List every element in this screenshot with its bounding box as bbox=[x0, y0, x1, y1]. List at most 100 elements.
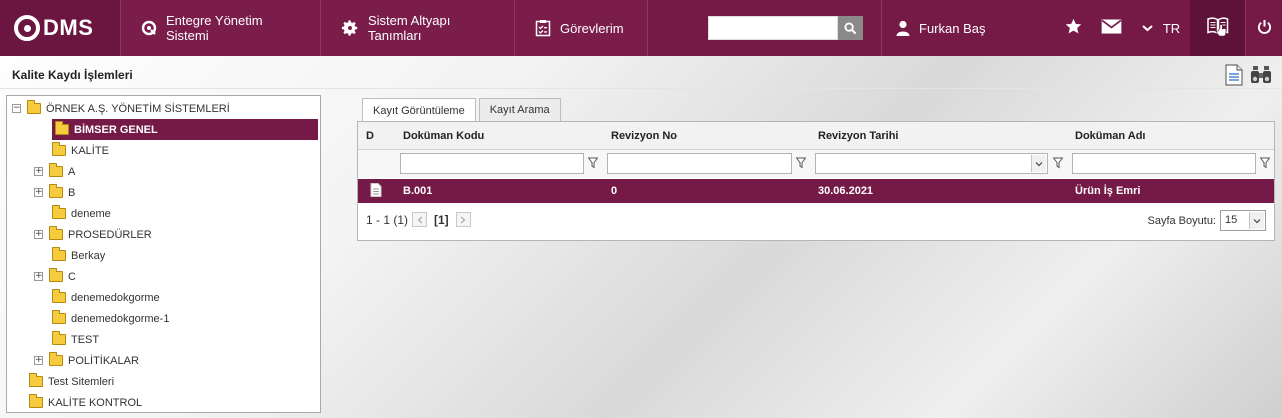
folder-icon bbox=[29, 394, 43, 408]
expand-icon[interactable]: + bbox=[34, 272, 43, 281]
nav-my-tasks[interactable]: Görevlerim bbox=[514, 0, 648, 56]
tree-item-label: POLİTİKALAR bbox=[68, 354, 139, 367]
folder-icon bbox=[29, 373, 43, 387]
folder-icon bbox=[52, 331, 66, 345]
tree-item[interactable]: denemedokgorme bbox=[52, 287, 160, 308]
tree-item[interactable]: BİMSER GENEL bbox=[52, 119, 318, 140]
nav-label: Görevlerim bbox=[560, 20, 624, 36]
grid-filter-row bbox=[358, 150, 1274, 178]
cell-revision-no: 0 bbox=[611, 185, 618, 197]
tree-item[interactable]: − ÖRNEK A.Ş. YÖNETİM SİSTEMLERİ bbox=[12, 98, 230, 119]
page-size-value: 15 bbox=[1225, 214, 1238, 226]
tree-item-label: A bbox=[68, 165, 76, 178]
nav-system-infrastructure[interactable]: Sistem Altyapı Tanımları bbox=[320, 0, 514, 56]
tab-record-view[interactable]: Kayıt Görüntüleme bbox=[362, 98, 476, 122]
search-input[interactable] bbox=[708, 16, 838, 40]
expand-icon[interactable]: + bbox=[34, 167, 43, 176]
filter-funnel-icon[interactable] bbox=[1052, 156, 1064, 170]
expand-icon[interactable]: + bbox=[34, 356, 43, 365]
filter-revision-date[interactable] bbox=[815, 153, 1048, 174]
expand-icon[interactable]: + bbox=[34, 230, 43, 239]
tree-item-label: denemedokgorme-1 bbox=[71, 312, 170, 325]
nav-integrated-management[interactable]: Entegre Yönetim Sistemi bbox=[120, 0, 320, 56]
pagination: 1 - 1 (1) [1] bbox=[366, 212, 475, 227]
chevron-right-icon bbox=[460, 216, 466, 223]
tree-item[interactable]: Test Sitemleri bbox=[29, 371, 114, 392]
binoculars-icon[interactable] bbox=[1250, 64, 1272, 89]
logo-text: DMS bbox=[43, 15, 94, 40]
column-header-document-code[interactable]: Doküman Kodu bbox=[403, 130, 484, 142]
dms-logo[interactable]: DMS bbox=[0, 0, 120, 56]
mail-envelope-icon[interactable] bbox=[1101, 19, 1122, 37]
tree-item-label: B bbox=[68, 186, 76, 199]
page-size-select[interactable]: 15 bbox=[1220, 210, 1266, 231]
nav-label: Sistem Altyapı Tanımları bbox=[368, 13, 451, 43]
column-header-document-name[interactable]: Doküman Adı bbox=[1075, 130, 1146, 142]
filter-document-code[interactable] bbox=[400, 153, 584, 174]
tree-item-label: denemedokgorme bbox=[71, 291, 160, 304]
document-icon[interactable] bbox=[1224, 64, 1244, 89]
chevron-down-icon bbox=[1142, 24, 1153, 32]
logout-button[interactable] bbox=[1245, 0, 1282, 56]
cell-document-name: Ürün İş Emri bbox=[1075, 185, 1141, 197]
q-logo-icon bbox=[141, 20, 157, 36]
previous-page-button[interactable] bbox=[412, 212, 428, 227]
title-divider bbox=[0, 88, 1282, 89]
tree-item[interactable]: Berkay bbox=[52, 245, 105, 266]
tree-item-label: C bbox=[68, 270, 76, 283]
tree-item-label: Test Sitemleri bbox=[48, 375, 115, 388]
filter-funnel-icon[interactable] bbox=[1259, 156, 1271, 170]
tree-item-label: BİMSER GENEL bbox=[74, 123, 158, 136]
folder-icon bbox=[49, 226, 63, 240]
tree-item-label: Berkay bbox=[71, 249, 106, 262]
current-page[interactable]: [1] bbox=[434, 213, 449, 227]
filter-funnel-icon[interactable] bbox=[587, 156, 599, 170]
column-header-d[interactable]: D bbox=[366, 130, 374, 142]
folder-icon bbox=[55, 121, 69, 135]
tree-item[interactable]: KALİTE KONTROL bbox=[29, 392, 142, 413]
page-actions bbox=[1224, 64, 1272, 89]
tab-record-search[interactable]: Kayıt Arama bbox=[478, 98, 561, 121]
filter-revision-no[interactable] bbox=[607, 153, 792, 174]
next-page-button[interactable] bbox=[455, 212, 471, 227]
tree-item[interactable]: + C bbox=[34, 266, 76, 287]
filter-funnel-icon[interactable] bbox=[795, 156, 807, 170]
search-button[interactable] bbox=[838, 16, 863, 40]
language-selector[interactable]: TR bbox=[1142, 21, 1180, 36]
tree-item[interactable]: TEST bbox=[52, 329, 99, 350]
chevron-down-icon[interactable] bbox=[1249, 212, 1264, 229]
column-header-revision-no[interactable]: Revizyon No bbox=[611, 130, 677, 142]
chevron-left-icon bbox=[417, 216, 422, 223]
user-menu[interactable]: Furkan Baş bbox=[881, 0, 1055, 56]
tree-item-label: PROSEDÜRLER bbox=[68, 228, 152, 241]
favorites-star-icon[interactable] bbox=[1065, 18, 1082, 38]
cell-revision-date: 30.06.2021 bbox=[818, 185, 874, 197]
tree-item[interactable]: denemedokgorme-1 bbox=[52, 308, 169, 329]
tree-item[interactable]: KALİTE bbox=[52, 140, 109, 161]
global-search bbox=[708, 0, 881, 56]
file-icon[interactable] bbox=[370, 183, 382, 200]
collapse-icon[interactable]: − bbox=[12, 104, 21, 113]
page-size-label: Sayfa Boyutu: bbox=[1147, 214, 1217, 227]
table-row[interactable]: B.001 0 30.06.2021 Ürün İş Emri bbox=[358, 179, 1274, 203]
tree-item-label: KALİTE bbox=[71, 144, 109, 157]
page-size-control: Sayfa Boyutu: 15 bbox=[1147, 210, 1266, 231]
chevron-down-icon[interactable] bbox=[1031, 155, 1046, 172]
tree-item[interactable]: + PROSEDÜRLER bbox=[34, 224, 152, 245]
tree-item[interactable]: + A bbox=[34, 161, 75, 182]
tree-item[interactable]: deneme bbox=[52, 203, 111, 224]
folder-icon bbox=[52, 289, 66, 303]
folder-tree: − ÖRNEK A.Ş. YÖNETİM SİSTEMLERİ BİMSER GEN… bbox=[6, 95, 321, 413]
tree-item[interactable]: + POLİTİKALAR bbox=[34, 350, 139, 371]
user-name: Furkan Baş bbox=[919, 20, 986, 36]
tasks-clipboard-icon bbox=[535, 19, 551, 37]
tree-item[interactable]: + B bbox=[34, 182, 75, 203]
folder-icon bbox=[49, 163, 63, 177]
help-manual-button[interactable] bbox=[1190, 0, 1245, 56]
folder-icon bbox=[27, 100, 41, 114]
topbar-actions: TR bbox=[1055, 0, 1190, 56]
expand-icon[interactable]: + bbox=[34, 188, 43, 197]
filter-document-name[interactable] bbox=[1072, 153, 1256, 174]
folder-icon bbox=[52, 142, 66, 156]
column-header-revision-date[interactable]: Revizyon Tarihi bbox=[818, 130, 898, 142]
